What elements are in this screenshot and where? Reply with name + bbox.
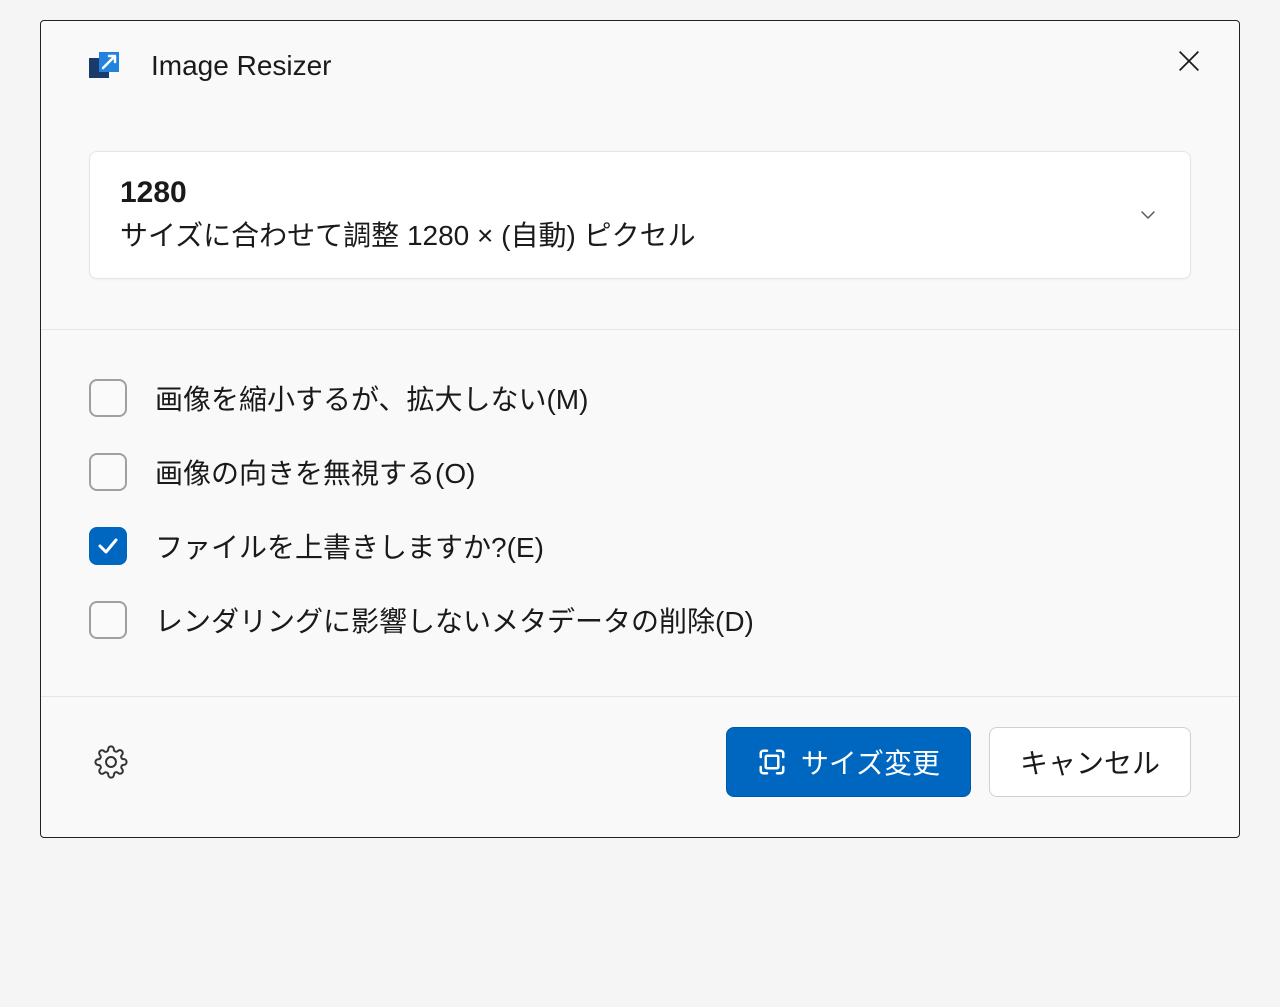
options-section: 画像を縮小するが、拡大しない(M) 画像の向きを無視する(O) ファイルを上書き… [41, 330, 1239, 696]
resize-button-label: サイズ変更 [801, 742, 940, 782]
window-title: Image Resizer [151, 50, 1169, 82]
settings-button[interactable] [89, 740, 133, 784]
close-button[interactable] [1169, 41, 1209, 81]
titlebar: Image Resizer [41, 21, 1239, 101]
checkbox-shrink-only[interactable]: 画像を縮小するが、拡大しない(M) [89, 378, 1191, 418]
footer: サイズ変更 キャンセル [41, 697, 1239, 837]
checkbox-box [89, 453, 127, 491]
checkbox-label: 画像の向きを無視する(O) [155, 452, 475, 492]
resize-button[interactable]: サイズ変更 [726, 727, 971, 797]
chevron-down-icon [1136, 203, 1160, 227]
cancel-button-label: キャンセル [1020, 742, 1160, 782]
checkbox-label: 画像を縮小するが、拡大しない(M) [155, 378, 588, 418]
checkbox-ignore-orientation[interactable]: 画像の向きを無視する(O) [89, 452, 1191, 492]
checkbox-label: レンダリングに影響しないメタデータの削除(D) [155, 600, 754, 640]
image-resizer-dialog: Image Resizer 1280 サイズに合わせて調整 1280 × (自動… [40, 20, 1240, 838]
preset-name: 1280 [120, 176, 1136, 210]
preset-description: サイズに合わせて調整 1280 × (自動) ピクセル [120, 214, 1136, 254]
checkbox-box [89, 527, 127, 565]
close-icon [1175, 47, 1203, 75]
checkbox-label: ファイルを上書きしますか?(E) [155, 526, 544, 566]
checkbox-remove-metadata[interactable]: レンダリングに影響しないメタデータの削除(D) [89, 600, 1191, 640]
cancel-button[interactable]: キャンセル [989, 727, 1191, 797]
resize-icon [757, 747, 787, 777]
gear-icon [94, 745, 128, 779]
checkbox-box [89, 379, 127, 417]
checkbox-box [89, 601, 127, 639]
preset-section: 1280 サイズに合わせて調整 1280 × (自動) ピクセル [41, 101, 1239, 329]
size-preset-dropdown[interactable]: 1280 サイズに合わせて調整 1280 × (自動) ピクセル [89, 151, 1191, 279]
checkbox-overwrite-files[interactable]: ファイルを上書きしますか?(E) [89, 526, 1191, 566]
check-icon [96, 534, 120, 558]
preset-text: 1280 サイズに合わせて調整 1280 × (自動) ピクセル [120, 176, 1136, 254]
app-icon [89, 50, 121, 82]
